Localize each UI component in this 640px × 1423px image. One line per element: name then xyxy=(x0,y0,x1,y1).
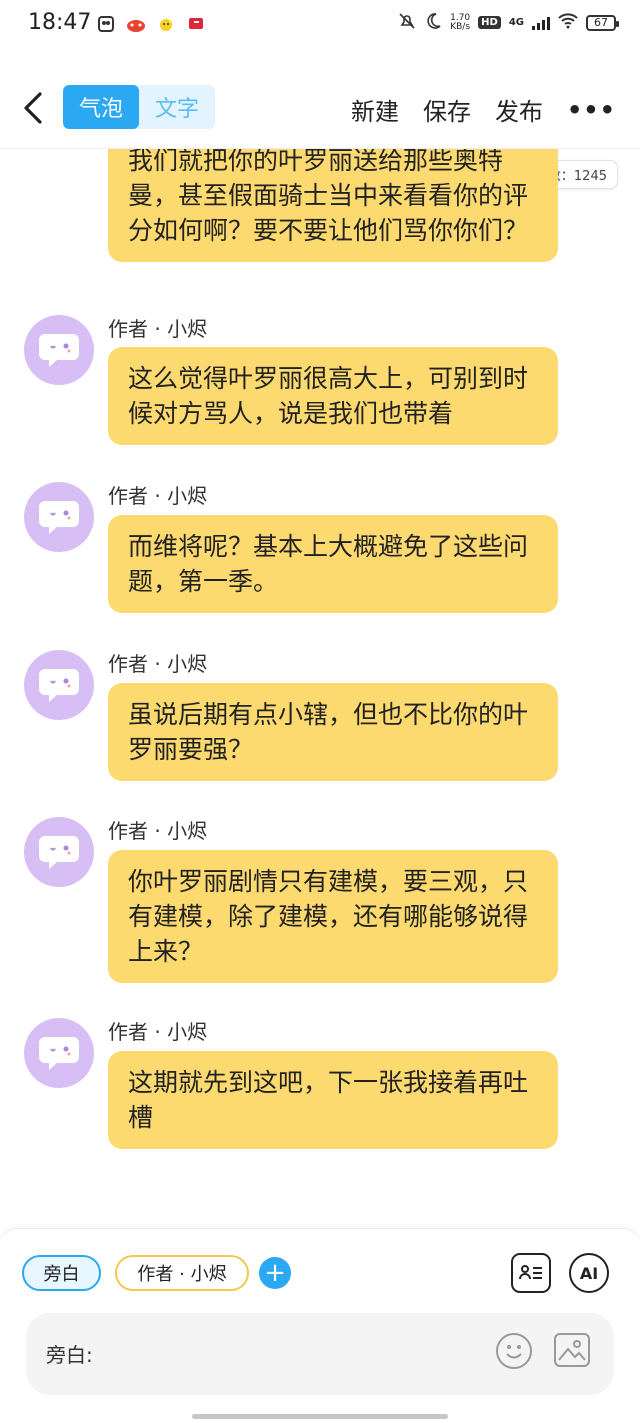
character-card-button[interactable] xyxy=(511,1253,551,1293)
chat-bubble-icon xyxy=(39,836,79,869)
message-bubble[interactable]: 这么觉得叶罗丽很高大上，可别到时候对方骂人，说是我们也带着 xyxy=(108,347,558,445)
message-bubble[interactable]: 而维将呢？基本上大概避免了这些问题，第一季。 xyxy=(108,515,558,613)
input-label: 旁白: xyxy=(46,1343,93,1367)
chat-bubble-icon xyxy=(39,501,79,534)
contact-card-icon xyxy=(519,1265,542,1280)
image-icon xyxy=(558,1340,586,1361)
message-bubble[interactable]: 这期就先到这吧，下一张我接着再吐槽 xyxy=(108,1051,558,1149)
message-bubble[interactable]: 虽说后期有点小辖，但也不比你的叶罗丽要强？ xyxy=(108,683,558,781)
publish-button[interactable]: 发布 xyxy=(495,92,543,127)
network-type: 4G xyxy=(508,17,524,28)
author-name: 作者 · 小烬 xyxy=(108,652,208,676)
author-name: 作者 · 小烬 xyxy=(108,484,208,508)
wifi-icon xyxy=(558,13,578,32)
net-speed: 1.70 KB/s xyxy=(450,13,471,32)
chick-notification-icon xyxy=(156,14,176,34)
flag-notification-icon xyxy=(186,14,206,34)
ai-button[interactable]: AI xyxy=(569,1253,609,1293)
game-notification-icon xyxy=(126,14,146,34)
message-list[interactable]: 我们就把你的叶罗丽送给那些奥特曼，甚至假面骑士当中来看看你的评分如何啊？要不要让… xyxy=(0,149,640,1209)
chat-bubble-icon xyxy=(39,669,79,702)
status-time: 18:47 xyxy=(28,10,92,35)
tab-bubble[interactable]: 气泡 xyxy=(63,85,139,129)
avatar[interactable] xyxy=(24,1018,94,1088)
save-button[interactable]: 保存 xyxy=(423,92,471,127)
chat-bubble-icon xyxy=(39,334,79,367)
emoji-button[interactable] xyxy=(496,1333,532,1369)
chevron-left-icon xyxy=(24,92,42,124)
message-bubble[interactable]: 我们就把你的叶罗丽送给那些奥特曼，甚至假面骑士当中来看看你的评分如何啊？要不要让… xyxy=(108,149,558,262)
new-button[interactable]: 新建 xyxy=(351,92,399,127)
author-name: 作者 · 小烬 xyxy=(108,317,208,341)
narration-input[interactable]: 旁白: xyxy=(26,1313,614,1395)
author-name: 作者 · 小烬 xyxy=(108,819,208,843)
net-speed-unit: KB/s xyxy=(450,21,471,32)
role-chip-author[interactable]: 作者 · 小烬 xyxy=(115,1255,249,1291)
smiley-icon xyxy=(506,1345,522,1359)
hd-badge: HD xyxy=(478,16,501,29)
battery-icon: 67 xyxy=(586,14,619,31)
back-button[interactable] xyxy=(16,88,52,128)
editor-header: 气泡 文字 新建 保存 发布 ••• xyxy=(0,68,640,149)
system-status: 1.70 KB/s HD 4G 67 xyxy=(398,12,619,33)
app-notification-icon xyxy=(96,14,116,34)
author-name: 作者 · 小烬 xyxy=(108,1020,208,1044)
image-button[interactable] xyxy=(554,1333,590,1367)
mute-icon xyxy=(398,12,416,33)
mode-toggle: 气泡 文字 xyxy=(63,85,215,129)
role-chip-narration[interactable]: 旁白 xyxy=(22,1255,101,1291)
battery-level: 67 xyxy=(594,16,608,29)
more-button[interactable]: ••• xyxy=(567,96,616,124)
add-role-button[interactable]: + xyxy=(259,1257,291,1289)
home-indicator[interactable] xyxy=(192,1414,448,1419)
avatar[interactable] xyxy=(24,650,94,720)
status-bar: 18:47 1.70 KB/s HD 4G 67 xyxy=(0,0,640,50)
header-actions: 新建 保存 发布 ••• xyxy=(351,92,616,127)
moon-icon xyxy=(424,12,442,33)
notification-icons xyxy=(96,14,206,34)
message-bubble[interactable]: 你叶罗丽剧情只有建模，要三观，只有建模，除了建模，还有哪能够说得上来？ xyxy=(108,850,558,983)
avatar[interactable] xyxy=(24,315,94,385)
avatar[interactable] xyxy=(24,817,94,887)
chat-bubble-icon xyxy=(39,1037,79,1070)
composer-panel: 旁白 作者 · 小烬 + AI 旁白: xyxy=(0,1228,640,1423)
avatar[interactable] xyxy=(24,482,94,552)
tab-text[interactable]: 文字 xyxy=(139,85,215,129)
signal-icon xyxy=(532,16,550,30)
